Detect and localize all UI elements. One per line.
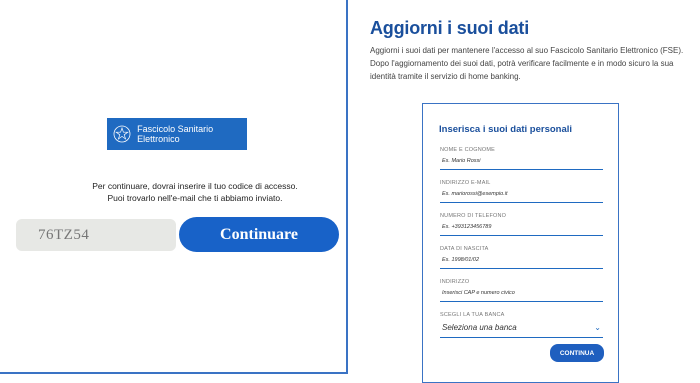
full-name-field[interactable]: NOME E COGNOME Es. Mario Rossi (440, 147, 603, 170)
phone-label: NUMERO DI TELEFONO (440, 213, 507, 219)
continue-button[interactable]: Continuare (179, 217, 339, 252)
access-code-panel: Fascicolo Sanitario Elettronico Per cont… (0, 0, 348, 374)
email-input[interactable]: Es. mariorossi@esempio.it (440, 191, 603, 203)
birthdate-input[interactable]: Es. 1998/01/02 (440, 257, 603, 269)
access-code-field[interactable]: 76TZ54 (16, 219, 176, 251)
email-label: INDIRIZZO E-MAIL (440, 180, 491, 186)
personal-data-form: Inserisca i suoi dati personali NOME E C… (422, 103, 619, 383)
birthdate-label: DATA DI NASCITA (440, 246, 489, 252)
access-code-value: 76TZ54 (38, 226, 90, 243)
email-field[interactable]: INDIRIZZO E-MAIL Es. mariorossi@esempio.… (440, 180, 603, 203)
access-instructions: Per continuare, dovrai inserire il tuo c… (40, 180, 350, 204)
submit-button[interactable]: CONTINUA (550, 344, 604, 362)
address-input[interactable]: Inserisci CAP e numero civico (440, 290, 603, 302)
form-title: Inserisca i suoi dati personali (439, 124, 573, 135)
chevron-down-icon: ⌄ (594, 323, 601, 332)
phone-field[interactable]: NUMERO DI TELEFONO Es. +393123456789 (440, 213, 603, 236)
instruction-line-2: Puoi trovarlo nell'e-mail che ti abbiamo… (107, 193, 283, 203)
address-label: INDIRIZZO (440, 279, 470, 285)
bank-selected-value: Seleziona una banca (442, 323, 517, 332)
phone-input[interactable]: Es. +393123456789 (440, 224, 603, 236)
bank-select-field[interactable]: SCEGLI LA TUA BANCA Seleziona una banca … (440, 312, 603, 338)
page-title: Aggiorni i suoi dati (370, 18, 529, 38)
fse-logo: Fascicolo Sanitario Elettronico (107, 118, 247, 150)
italian-republic-emblem-icon (113, 124, 131, 144)
intro-text: Aggiorni i suoi dati per mantenere l'acc… (370, 46, 684, 81)
bank-select[interactable]: Seleziona una banca ⌄ (440, 323, 603, 338)
full-name-input[interactable]: Es. Mario Rossi (440, 158, 603, 170)
bank-label: SCEGLI LA TUA BANCA (440, 312, 505, 318)
instruction-line-1: Per continuare, dovrai inserire il tuo c… (92, 181, 298, 191)
full-name-label: NOME E COGNOME (440, 147, 496, 153)
address-field[interactable]: INDIRIZZO Inserisci CAP e numero civico (440, 279, 603, 302)
birthdate-field[interactable]: DATA DI NASCITA Es. 1998/01/02 (440, 246, 603, 269)
logo-text: Fascicolo Sanitario Elettronico (137, 124, 214, 144)
